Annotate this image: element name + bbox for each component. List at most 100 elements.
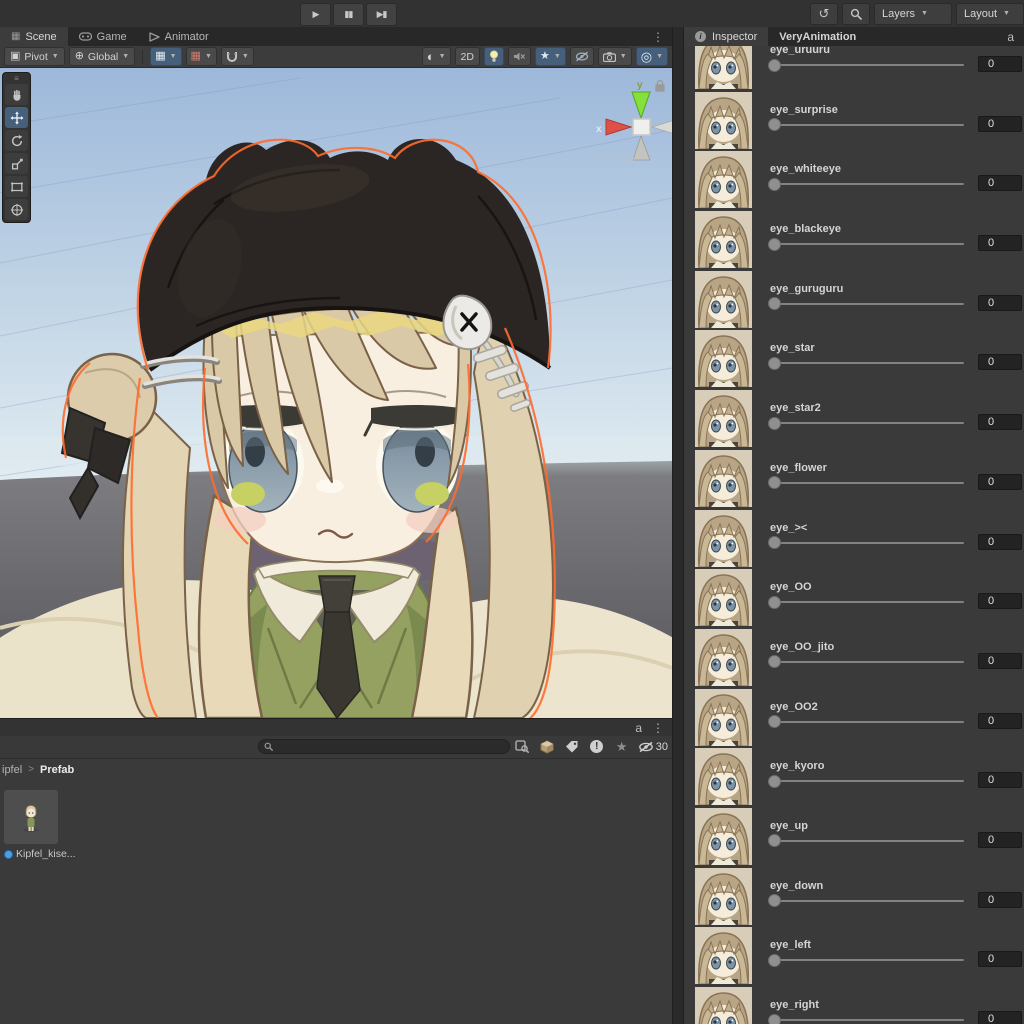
project-content-area[interactable]: Kipfel_kise...: [0, 780, 672, 1024]
slider-track[interactable]: [772, 183, 964, 185]
console-filter-button[interactable]: !: [588, 738, 606, 755]
slider-handle[interactable]: [768, 954, 781, 967]
grid-snap-toggle[interactable]: ▦ ▼: [150, 47, 181, 66]
blendshape-slider[interactable]: [770, 354, 964, 370]
slider-track[interactable]: [772, 542, 964, 544]
slider-handle[interactable]: [768, 894, 781, 907]
prefab-asset-tile[interactable]: [4, 790, 58, 844]
blendshape-thumbnail[interactable]: [695, 211, 752, 268]
camera-settings-dropdown[interactable]: ▼: [598, 47, 632, 66]
tab-veryanimation[interactable]: VeryAnimation: [768, 27, 867, 46]
shading-mode-dropdown[interactable]: ◐ ▼: [422, 47, 451, 66]
tab-animator[interactable]: Animator: [138, 27, 220, 46]
save-search-button[interactable]: ★: [613, 738, 631, 755]
tab-scene[interactable]: ▦ Scene: [0, 27, 68, 46]
blendshape-thumbnail[interactable]: [695, 271, 752, 328]
blendshape-thumbnail[interactable]: [695, 689, 752, 746]
blendshape-slider[interactable]: [770, 474, 964, 490]
slider-track[interactable]: [772, 900, 964, 902]
slider-track[interactable]: [772, 243, 964, 245]
blendshape-thumbnail[interactable]: [695, 868, 752, 925]
blendshape-value-field[interactable]: 0: [978, 56, 1022, 72]
blendshape-value-field[interactable]: 0: [978, 1011, 1022, 1024]
scene-visibility-toggle[interactable]: [570, 47, 594, 66]
blendshape-thumbnail[interactable]: [695, 987, 752, 1024]
slider-track[interactable]: [772, 422, 964, 424]
blendshape-value-field[interactable]: 0: [978, 534, 1022, 550]
audio-toggle[interactable]: [508, 47, 531, 66]
slider-handle[interactable]: [768, 596, 781, 609]
scale-tool-button[interactable]: [5, 153, 28, 174]
gizmos-dropdown[interactable]: ◎ ▼: [636, 47, 668, 66]
blendshape-slider[interactable]: [770, 653, 964, 669]
project-search-input[interactable]: [277, 741, 504, 753]
blendshape-slider[interactable]: [770, 772, 964, 788]
blendshape-thumbnail[interactable]: [695, 569, 752, 626]
pause-button[interactable]: ▮▮: [333, 3, 364, 26]
blendshape-slider[interactable]: [770, 235, 964, 251]
effects-dropdown[interactable]: ★ ▼: [535, 47, 566, 66]
blendshape-thumbnail[interactable]: [695, 510, 752, 567]
slider-handle[interactable]: [768, 297, 781, 310]
tab-game[interactable]: Game: [68, 27, 138, 46]
slider-track[interactable]: [772, 661, 964, 663]
slider-handle[interactable]: [768, 834, 781, 847]
project-menu-icon[interactable]: ⋮: [652, 721, 664, 735]
blendshape-value-field[interactable]: 0: [978, 593, 1022, 609]
axis-y-cone[interactable]: [632, 92, 650, 118]
slider-handle[interactable]: [768, 536, 781, 549]
rotate-tool-button[interactable]: [5, 130, 28, 151]
dock-menu-icon[interactable]: ⋮: [644, 27, 672, 46]
breadcrumb-folder[interactable]: ipfel: [2, 764, 22, 776]
blendshape-thumbnail[interactable]: [695, 808, 752, 865]
slider-handle[interactable]: [768, 59, 781, 72]
move-tool-button[interactable]: [5, 107, 28, 128]
blendshape-value-field[interactable]: 0: [978, 116, 1022, 132]
slider-handle[interactable]: [768, 357, 781, 370]
blendshape-thumbnail[interactable]: [695, 629, 752, 686]
blendshape-thumbnail[interactable]: [695, 390, 752, 447]
gizmo-lock-icon[interactable]: [656, 81, 664, 92]
slider-handle[interactable]: [768, 775, 781, 788]
panel-divider[interactable]: [672, 27, 684, 1024]
slider-handle[interactable]: [768, 476, 781, 489]
blendshape-slider[interactable]: [770, 892, 964, 908]
slider-track[interactable]: [772, 64, 964, 66]
blendshape-slider[interactable]: [770, 56, 964, 72]
blendshape-slider[interactable]: [770, 1011, 964, 1024]
slider-track[interactable]: [772, 721, 964, 723]
blendshape-value-field[interactable]: 0: [978, 414, 1022, 430]
slider-handle[interactable]: [768, 715, 781, 728]
inspector-lock-icon[interactable]: a: [1007, 27, 1024, 46]
blendshape-value-field[interactable]: 0: [978, 832, 1022, 848]
breadcrumb-current[interactable]: Prefab: [40, 764, 74, 776]
slider-handle[interactable]: [768, 178, 781, 191]
blendshape-value-field[interactable]: 0: [978, 175, 1022, 191]
slider-handle[interactable]: [768, 118, 781, 131]
search-by-type-button[interactable]: [513, 738, 531, 755]
blendshape-value-field[interactable]: 0: [978, 354, 1022, 370]
blendshape-slider[interactable]: [770, 713, 964, 729]
blendshape-slider[interactable]: [770, 175, 964, 191]
history-button[interactable]: ↺: [810, 3, 838, 25]
axis-x-cone[interactable]: [606, 119, 631, 135]
slider-handle[interactable]: [768, 238, 781, 251]
blendshape-thumbnail[interactable]: [695, 450, 752, 507]
asset-label-row[interactable]: Kipfel_kise...: [4, 848, 76, 860]
slider-track[interactable]: [772, 124, 964, 126]
blendshape-value-field[interactable]: 0: [978, 772, 1022, 788]
blendshape-thumbnail[interactable]: [695, 330, 752, 387]
blendshape-slider[interactable]: [770, 593, 964, 609]
search-button[interactable]: [842, 3, 870, 25]
blendshape-value-field[interactable]: 0: [978, 474, 1022, 490]
blendshape-value-field[interactable]: 0: [978, 892, 1022, 908]
hidden-packages-toggle[interactable]: 30: [638, 741, 668, 753]
axis-back-cone[interactable]: [652, 119, 672, 135]
blendshape-slider[interactable]: [770, 414, 964, 430]
slider-track[interactable]: [772, 362, 964, 364]
slider-handle[interactable]: [768, 1014, 781, 1024]
slider-handle[interactable]: [768, 655, 781, 668]
asset-type-button[interactable]: [538, 738, 556, 755]
blendshape-slider[interactable]: [770, 832, 964, 848]
hand-tool-button[interactable]: [5, 84, 28, 105]
